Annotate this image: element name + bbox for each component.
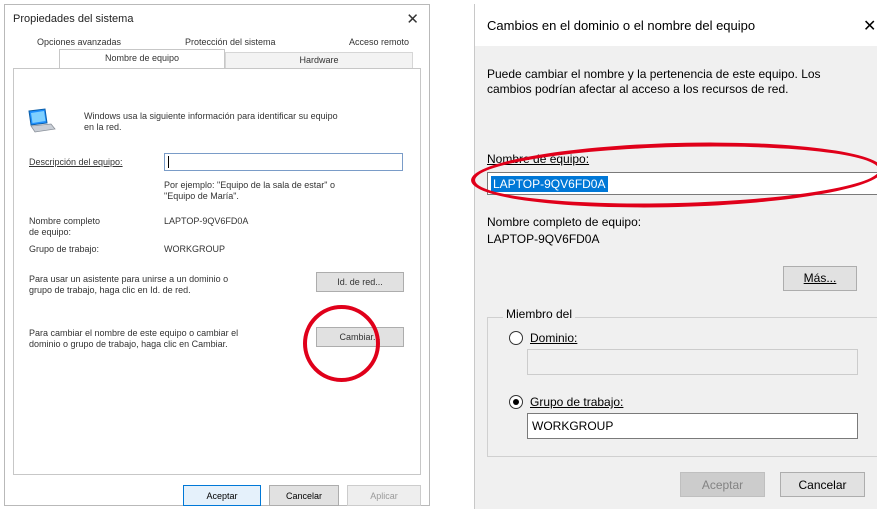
change-text-line1: Para cambiar el nombre de este equipo o … (29, 328, 239, 338)
text-caret (168, 156, 169, 168)
domain-name-changes-dialog: Cambios en el dominio o el nombre del eq… (474, 4, 877, 509)
titlebar: Cambios en el dominio o el nombre del eq… (475, 4, 877, 46)
workgroup-radio[interactable] (509, 395, 523, 409)
computer-name-label: Nombre de equipo: (487, 152, 590, 166)
description-label: Descripción del equipo: (29, 157, 123, 167)
tab-hardware[interactable]: Hardware (225, 52, 413, 69)
dialog-title: Cambios en el dominio o el nombre del eq… (487, 18, 756, 33)
cancel-button[interactable]: Cancelar (780, 472, 865, 497)
info-text-line1: Windows usa la siguiente información par… (84, 111, 338, 121)
wizard-text-line2: grupo de trabajo, haga clic en Id. de re… (29, 285, 191, 295)
change-button[interactable]: Cambiar... (316, 327, 404, 347)
dialog-title: Propiedades del sistema (13, 13, 134, 25)
full-name-value: LAPTOP-9QV6FD0A (164, 216, 249, 226)
cancel-button[interactable]: Cancelar (269, 485, 339, 506)
computer-name-value: LAPTOP-9QV6FD0A (491, 176, 608, 192)
domain-input (527, 349, 858, 375)
tab-remote-access[interactable]: Acceso remoto (349, 37, 409, 47)
example-text-line2: "Equipo de María". (164, 191, 239, 201)
full-name-label: Nombre completo de equipo: (487, 215, 642, 229)
apply-button: Aplicar (347, 485, 421, 506)
titlebar: Propiedades del sistema ✕ (5, 5, 429, 35)
workgroup-value: WORKGROUP (164, 244, 226, 254)
description-input[interactable] (164, 153, 403, 171)
change-text-line2: dominio o grupo de trabajo, haga clic en… (29, 339, 228, 349)
info-text-line2: en la red. (84, 122, 122, 132)
computer-name-input[interactable]: LAPTOP-9QV6FD0A (487, 172, 877, 195)
computer-icon (28, 108, 56, 133)
tab-system-protection[interactable]: Protección del sistema (185, 37, 276, 47)
full-name-label-line2: de equipo: (29, 227, 72, 237)
example-text-line1: Por ejemplo: "Equipo de la sala de estar… (164, 180, 335, 190)
full-name-value: LAPTOP-9QV6FD0A (487, 232, 600, 246)
accept-button: Aceptar (680, 472, 765, 497)
tab-computer-name[interactable]: Nombre de equipo (59, 49, 225, 69)
system-properties-dialog: Propiedades del sistema ✕ Opciones avanz… (4, 4, 430, 506)
wizard-text-line1: Para usar un asistente para unirse a un … (29, 274, 229, 284)
description-line2: cambios podrían afectar al acceso a los … (487, 82, 789, 96)
ok-button[interactable]: Aceptar (183, 485, 261, 506)
domain-label: Dominio: (530, 331, 578, 345)
network-id-button[interactable]: Id. de red... (316, 272, 404, 292)
more-button[interactable]: Más... (783, 266, 857, 291)
close-icon[interactable]: ✕ (406, 10, 419, 28)
workgroup-label: Grupo de trabajo: (29, 244, 100, 254)
full-name-label-line1: Nombre completo (29, 216, 101, 226)
description-line1: Puede cambiar el nombre y la pertenencia… (487, 67, 821, 81)
workgroup-label: Grupo de trabajo: (530, 395, 624, 409)
domain-radio[interactable] (509, 331, 523, 345)
member-of-legend: Miembro del (503, 307, 576, 321)
close-icon[interactable]: ✕ (863, 16, 876, 36)
computer-name-panel: Windows usa la siguiente información par… (13, 68, 421, 475)
tab-advanced-options[interactable]: Opciones avanzadas (37, 37, 121, 47)
workgroup-input[interactable]: WORKGROUP (527, 413, 858, 439)
